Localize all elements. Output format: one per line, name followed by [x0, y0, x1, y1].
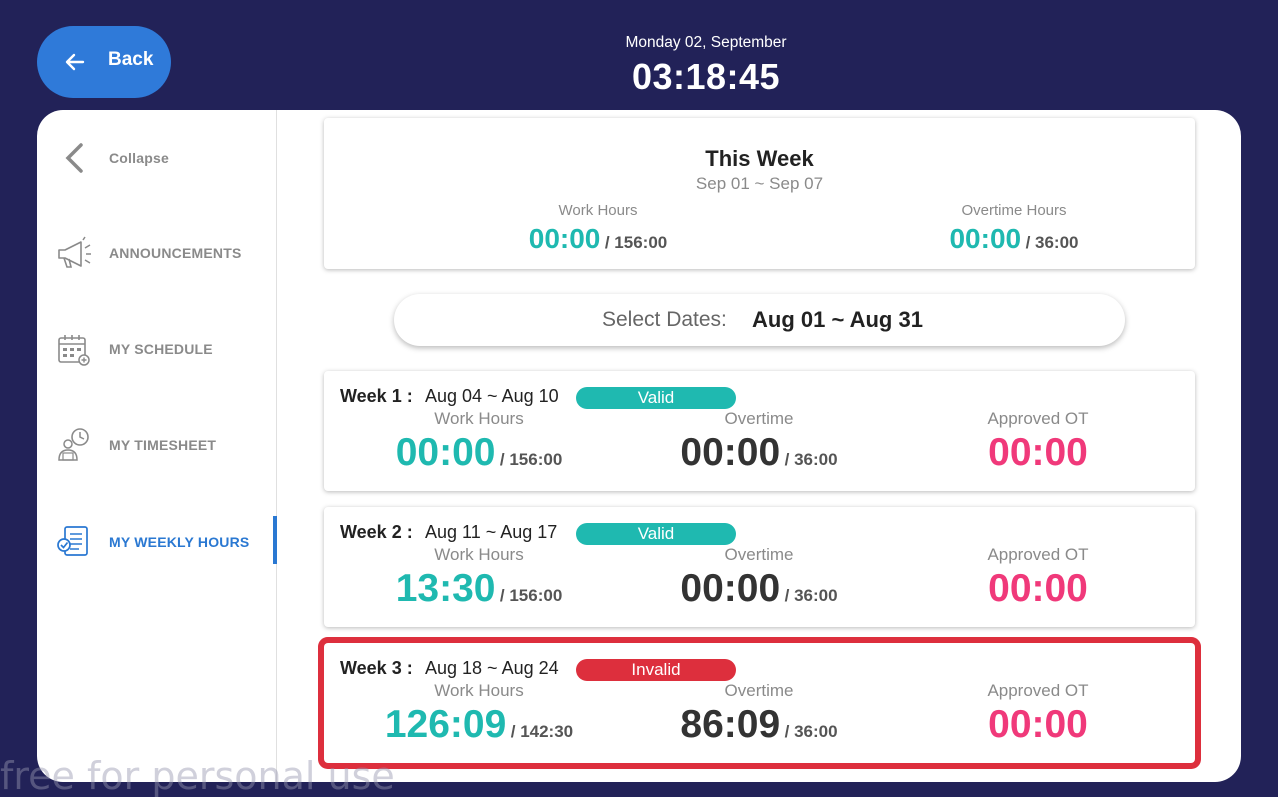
- week-card[interactable]: Week 2 : Aug 11 ~ Aug 17 Valid Work Hour…: [324, 507, 1195, 627]
- this-week-title: This Week: [705, 146, 814, 171]
- chevron-left-icon: [65, 143, 83, 173]
- this-week-card: This Week Sep 01 ~ Sep 07 Work Hours 00:…: [324, 118, 1195, 269]
- status-badge: Valid: [576, 387, 736, 409]
- weekly-hours-content: This Week Sep 01 ~ Sep 07 Work Hours 00:…: [277, 110, 1241, 782]
- watermark: free for personal use: [0, 754, 395, 797]
- work-hours-column: Work Hours 00:00 / 156:00: [329, 409, 629, 475]
- week-range: Aug 11 ~ Aug 17: [425, 522, 558, 542]
- overtime-value: 00:00: [680, 567, 781, 610]
- approved-ot-column: Approved OT 00:00: [888, 545, 1188, 611]
- approved-ot-label: Approved OT: [987, 409, 1089, 428]
- approved-ot-value: 00:00: [988, 703, 1088, 746]
- approved-ot-value: 00:00: [988, 431, 1088, 474]
- back-button-label: Back: [108, 49, 154, 70]
- sidebar-item-announcements[interactable]: ANNOUNCEMENTS: [37, 227, 277, 279]
- overtime-value: 86:09: [680, 703, 781, 746]
- clock: Monday 02, September 03:18:45: [556, 34, 856, 98]
- approved-ot-column: Approved OT 00:00: [888, 681, 1188, 747]
- work-hours-label: Work Hours: [434, 409, 524, 428]
- work-hours-value: 00:00: [395, 431, 496, 474]
- calendar-icon: [58, 335, 90, 366]
- status-badge: Valid: [576, 523, 736, 545]
- week-number: Week 2 :: [340, 522, 413, 542]
- approved-ot-column: Approved OT 00:00: [888, 409, 1188, 475]
- sidebar-item-my-timesheet[interactable]: MY TIMESHEET: [37, 419, 277, 471]
- week-range: Aug 18 ~ Aug 24: [425, 658, 559, 678]
- megaphone-icon: [58, 236, 91, 268]
- overtime-label: Overtime: [724, 681, 794, 700]
- sidebar-item-my-weekly-hours[interactable]: MY WEEKLY HOURS: [37, 516, 277, 568]
- weekly-hours-icon: [57, 526, 88, 556]
- date-range-selector[interactable]: Select Dates: Aug 01 ~ Aug 31: [394, 294, 1125, 346]
- work-hours-label: Work Hours: [558, 202, 638, 219]
- sidebar-item-my-schedule[interactable]: MY SCHEDULE: [37, 323, 277, 375]
- this-week-work-hours: Work Hours 00:00 / 156:00: [448, 202, 748, 255]
- work-hours-value: 126:09: [384, 703, 507, 746]
- this-week-range: Sep 01 ~ Sep 07: [695, 174, 824, 193]
- sidebar-item-label: Collapse: [109, 150, 169, 166]
- week-card-invalid[interactable]: Week 3 : Aug 18 ~ Aug 24 Invalid Work Ho…: [324, 643, 1195, 763]
- overtime-total: / 36:00: [784, 722, 838, 741]
- overtime-total: / 36:00: [784, 586, 838, 605]
- back-button[interactable]: Back: [37, 26, 171, 98]
- date-range-value: Aug 01 ~ Aug 31: [752, 307, 923, 332]
- current-time: 03:18:45: [631, 56, 781, 97]
- work-hours-total: / 142:30: [510, 722, 574, 741]
- overtime-hours-value: 00:00: [949, 223, 1022, 254]
- overtime-value: 00:00: [680, 431, 781, 474]
- approved-ot-value: 00:00: [988, 567, 1088, 610]
- overtime-label: Overtime: [724, 409, 794, 428]
- week-number: Week 3 :: [340, 658, 413, 678]
- work-hours-total: / 156:00: [604, 233, 668, 252]
- week-range: Aug 04 ~ Aug 10: [425, 386, 559, 406]
- sidebar-item-label: MY SCHEDULE: [109, 341, 213, 357]
- overtime-column: Overtime 00:00 / 36:00: [609, 409, 909, 475]
- overtime-label: Overtime: [724, 545, 794, 564]
- sidebar-item-collapse[interactable]: Collapse: [37, 132, 277, 184]
- main-card: Collapse ANNOUNCEMENTS MY SCHEDULE MY TI…: [37, 110, 1241, 782]
- work-hours-column: Work Hours 13:30 / 156:00: [329, 545, 629, 611]
- work-hours-label: Work Hours: [434, 681, 524, 700]
- approved-ot-label: Approved OT: [987, 681, 1089, 700]
- work-hours-total: / 156:00: [499, 450, 563, 469]
- status-badge: Invalid: [576, 659, 736, 681]
- sidebar: Collapse ANNOUNCEMENTS MY SCHEDULE MY TI…: [37, 110, 277, 782]
- work-hours-value: 00:00: [528, 223, 601, 254]
- approved-ot-label: Approved OT: [987, 545, 1089, 564]
- week-number: Week 1 :: [340, 386, 413, 406]
- date-range-label: Select Dates:: [602, 308, 727, 331]
- timesheet-icon: [58, 428, 89, 461]
- work-hours-label: Work Hours: [434, 545, 524, 564]
- week-card[interactable]: Week 1 : Aug 04 ~ Aug 10 Valid Work Hour…: [324, 371, 1195, 491]
- overtime-hours-label: Overtime Hours: [961, 202, 1067, 219]
- work-hours-column: Work Hours 126:09 / 142:30: [329, 681, 629, 747]
- arrow-left-icon: [65, 53, 85, 71]
- overtime-hours-total: / 36:00: [1025, 233, 1079, 252]
- sidebar-item-label: MY WEEKLY HOURS: [109, 534, 250, 550]
- this-week-overtime-hours: Overtime Hours 00:00 / 36:00: [864, 202, 1164, 255]
- sidebar-item-label: ANNOUNCEMENTS: [109, 245, 242, 261]
- sidebar-item-label: MY TIMESHEET: [109, 437, 217, 453]
- overtime-total: / 36:00: [784, 450, 838, 469]
- work-hours-value: 13:30: [395, 567, 496, 610]
- work-hours-total: / 156:00: [499, 586, 563, 605]
- overtime-column: Overtime 86:09 / 36:00: [609, 681, 909, 747]
- current-date: Monday 02, September: [625, 34, 787, 51]
- overtime-column: Overtime 00:00 / 36:00: [609, 545, 909, 611]
